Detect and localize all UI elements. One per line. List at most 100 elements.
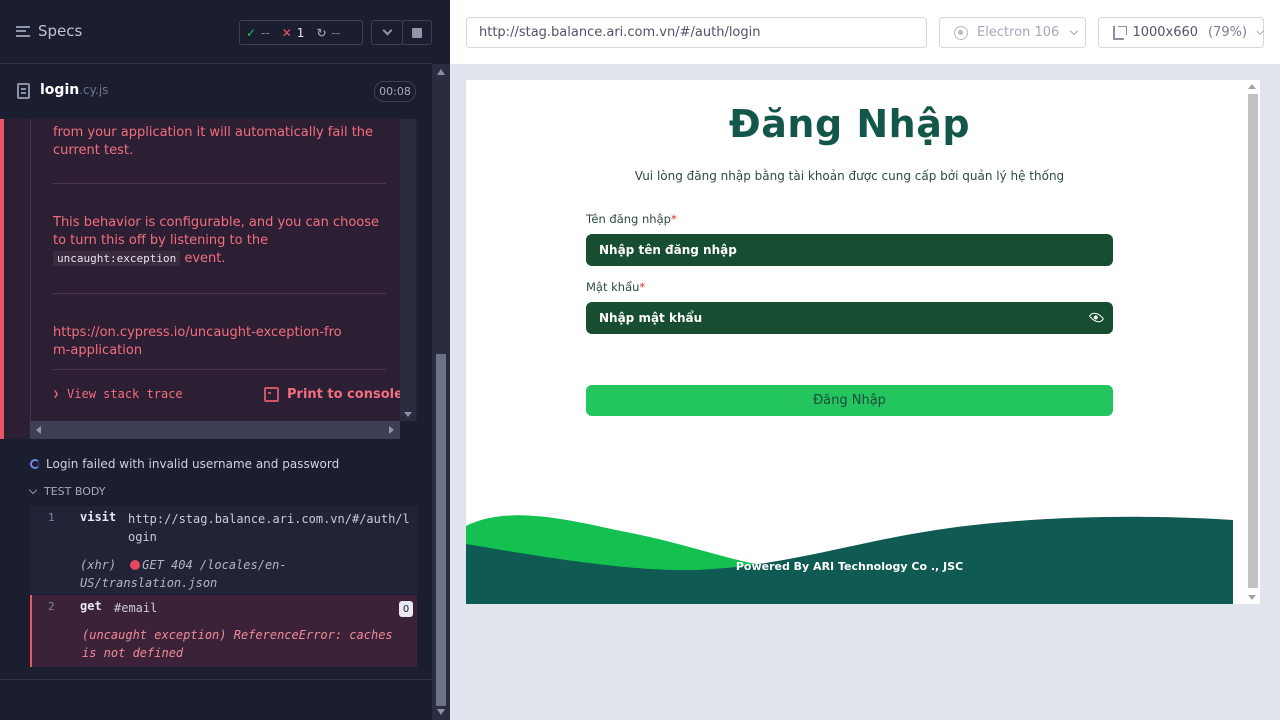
error-paragraph: This behavior is configurable, and you c… [53, 214, 393, 268]
reporter-toolbar: Specs ✓ -- ✕ 1 ↻ -- [0, 0, 432, 64]
login-button[interactable]: Đăng Nhập [586, 385, 1113, 416]
print-to-console-button[interactable]: Print to console [264, 387, 403, 402]
eye-icon[interactable] [1088, 309, 1105, 326]
required-mark: * [670, 212, 677, 226]
password-label-text: Mật khẩu [586, 280, 640, 294]
command-log: (xhr) GET 404 /locales/en-US/translation.… [80, 556, 400, 592]
command-message: #email [114, 601, 158, 615]
error-para-text: This behavior is configurable, and you c… [53, 215, 380, 248]
browser-name: Electron 106 [977, 25, 1060, 40]
element-count-badge: 0 [399, 601, 413, 617]
electron-icon [954, 25, 968, 40]
required-mark: * [639, 280, 646, 294]
error-message: from your application it will automatica… [30, 119, 404, 421]
password-input[interactable]: Nhập mật khẩu [586, 302, 1113, 334]
test-body-header[interactable]: TEST BODY [28, 485, 106, 498]
test-title-text: Login failed with invalid username and p… [46, 457, 340, 471]
spec-header: login.cy.js 00:08 [0, 76, 432, 108]
viewport-selector[interactable]: 1000x660 (79%) [1098, 17, 1265, 48]
chevron-down-icon [28, 485, 38, 495]
xhr-label: (xhr) [80, 558, 117, 572]
browser-selector[interactable]: Electron 106 [939, 17, 1086, 48]
passed-count: -- [261, 25, 270, 40]
error-line-2: current test. [53, 143, 134, 158]
chevron-down-icon [1256, 26, 1265, 35]
command-name: visit [80, 510, 117, 524]
x-icon: ✕ [281, 25, 292, 40]
command-row-failed[interactable]: 2 get #email 0 (uncaught exception) Refe… [30, 595, 417, 667]
scroll-down-icon [437, 709, 445, 715]
error-horizontal-scrollbar[interactable] [30, 421, 400, 439]
password-label: Mật khẩu* [586, 280, 645, 294]
chevron-down-icon [382, 25, 392, 36]
print-label: Print to console [287, 387, 403, 402]
check-icon: ✓ [246, 25, 257, 40]
stop-button[interactable] [402, 20, 432, 45]
spec-name-text: login [40, 82, 80, 98]
scroll-corner [400, 421, 417, 439]
app-under-test-area: http://stag.balance.ari.com.vn/#/auth/lo… [450, 0, 1280, 720]
spec-ext-text: .cy.js [79, 83, 109, 97]
viewport-zoom: (79%) [1208, 25, 1248, 40]
view-stack-label: View stack trace [67, 387, 183, 401]
passed-stat: ✓ -- [240, 26, 276, 40]
error-vertical-scrollbar[interactable] [400, 119, 416, 421]
spinner-icon: ↻ [316, 25, 327, 40]
reporter-scrollbar[interactable] [432, 64, 450, 720]
specs-label: Specs [38, 22, 83, 40]
failed-count: 1 [296, 25, 305, 40]
scroll-thumb[interactable] [436, 354, 446, 706]
error-para-end: event. [184, 251, 226, 266]
scroll-down-icon [1248, 595, 1256, 600]
error-dot-icon [130, 560, 141, 570]
scroll-left-icon [36, 426, 41, 434]
docs-link[interactable]: https://on.cypress.io/uncaught-exception… [53, 324, 353, 360]
divider [53, 183, 386, 184]
error-panel: from your application it will automatica… [0, 119, 417, 439]
command-name: get [80, 599, 102, 613]
password-placeholder: Nhập mật khẩu [599, 311, 703, 325]
spec-file-name[interactable]: login.cy.js [40, 82, 108, 98]
test-stats: ✓ -- ✕ 1 ↻ -- [239, 20, 363, 45]
spec-duration: 00:08 [374, 81, 416, 102]
view-stack-trace-toggle[interactable]: ❯ View stack trace [53, 387, 183, 401]
cypress-reporter: Specs ✓ -- ✕ 1 ↻ -- login.cy.js 00:08 fr… [0, 0, 450, 720]
test-body-label: TEST BODY [44, 485, 106, 498]
command-message: http://stag.balance.ari.com.vn/#/auth/lo… [128, 512, 410, 544]
stop-icon [412, 27, 422, 38]
aut-header: http://stag.balance.ari.com.vn/#/auth/lo… [450, 0, 1280, 64]
scroll-up-icon [1248, 84, 1256, 89]
menu-icon [16, 25, 30, 37]
aut-iframe: Đăng Nhập Vui lòng đăng nhập bằng tài kh… [466, 80, 1260, 604]
specs-button[interactable]: Specs [16, 22, 82, 40]
scroll-right-icon [389, 426, 394, 434]
divider [53, 293, 386, 294]
test-title[interactable]: Login failed with invalid username and p… [30, 457, 339, 471]
divider [0, 679, 432, 680]
chevron-down-icon [1070, 26, 1079, 35]
pending-stat: ↻ -- [310, 26, 346, 40]
command-log: (uncaught exception) ReferenceError: cac… [82, 628, 393, 660]
username-label-text: Tên đăng nhập [586, 212, 671, 226]
file-icon [17, 83, 30, 99]
scroll-up-icon [437, 69, 445, 75]
ruler-icon [1113, 25, 1128, 40]
divider [53, 369, 386, 370]
failed-stat: ✕ 1 [276, 26, 311, 40]
command-number: 1 [48, 511, 55, 524]
command-number: 2 [48, 600, 55, 613]
pending-count: -- [331, 25, 341, 40]
terminal-icon [264, 387, 279, 402]
viewport-size: 1000x660 [1132, 25, 1199, 40]
command-row[interactable]: 1 visit http://stag.balance.ari.com.vn/#… [30, 506, 417, 594]
powered-by-footer: Powered By ARI Technology Co ., JSC [735, 560, 964, 573]
login-subtitle: Vui lòng đăng nhập bằng tài khoản được c… [634, 169, 1065, 183]
auto-scroll-button[interactable] [371, 20, 403, 45]
error-line-1: from your application it will automatica… [53, 125, 374, 140]
url-bar[interactable]: http://stag.balance.ari.com.vn/#/auth/lo… [466, 17, 927, 48]
aut-scrollbar[interactable] [1233, 80, 1260, 604]
login-title: Đăng Nhập [728, 102, 971, 146]
scroll-thumb[interactable] [1248, 94, 1258, 588]
footer-waves [466, 515, 1233, 604]
username-input[interactable]: Nhập tên đăng nhập [586, 234, 1113, 266]
